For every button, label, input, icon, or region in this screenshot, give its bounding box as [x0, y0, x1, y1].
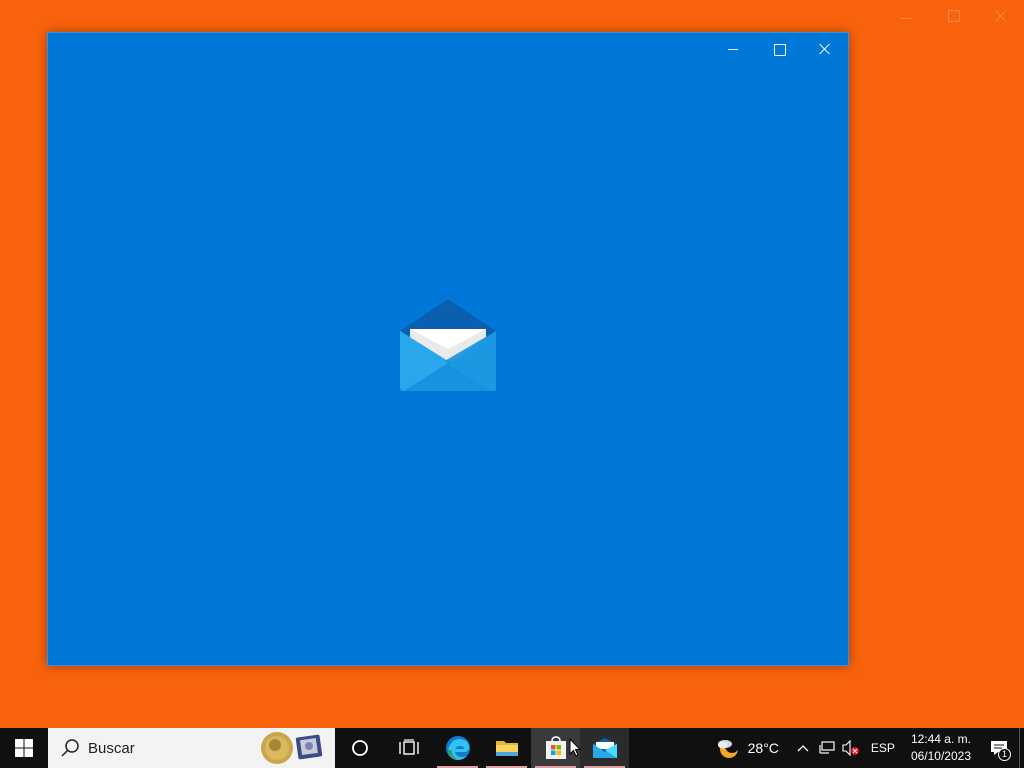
language-indicator[interactable]: ESP	[863, 741, 903, 755]
search-icon	[61, 739, 79, 757]
task-view-button[interactable]	[384, 728, 433, 768]
start-button[interactable]	[0, 728, 48, 768]
background-window-controls	[884, 0, 1024, 32]
minimize-button[interactable]	[710, 33, 756, 65]
edge-icon	[445, 736, 470, 760]
cortana-circle-icon	[351, 740, 368, 756]
background-close-icon	[995, 10, 1007, 22]
clock-date: 06/10/2023	[910, 749, 971, 763]
window-controls	[710, 33, 848, 65]
taskbar: Buscar 28°C ESP 12:44 a. m. 06/10/2023 1	[0, 728, 1024, 768]
mail-envelope-icon	[400, 299, 496, 391]
folder-icon	[495, 741, 518, 756]
network-icon	[819, 741, 835, 754]
maximize-button[interactable]	[756, 33, 802, 65]
task-view-icon	[398, 739, 419, 755]
mouse-cursor-icon	[569, 738, 581, 757]
show-desktop-button[interactable]	[1019, 728, 1024, 768]
taskbar-edge[interactable]	[433, 728, 482, 768]
background-minimize-icon	[901, 13, 914, 19]
windows-logo-icon	[15, 739, 33, 757]
cortana-button[interactable]	[335, 728, 384, 768]
clock[interactable]: 12:44 a. m. 06/10/2023	[903, 731, 979, 765]
background-maximize-icon	[947, 10, 960, 22]
store-icon	[545, 736, 566, 759]
network-button[interactable]	[815, 728, 839, 768]
notification-count-badge: 1	[998, 748, 1011, 761]
volume-button[interactable]	[839, 728, 863, 768]
close-button[interactable]	[802, 33, 848, 65]
show-hidden-icons-button[interactable]	[791, 728, 815, 768]
partly-cloudy-night-icon	[717, 739, 739, 758]
search-input[interactable]: Buscar	[48, 728, 335, 768]
system-tray: 28°C ESP 12:44 a. m. 06/10/2023 1	[708, 728, 1024, 768]
taskbar-mail[interactable]	[580, 728, 629, 768]
weather-temperature: 28°C	[747, 740, 779, 756]
clock-time: 12:44 a. m.	[910, 732, 971, 746]
mail-app-window[interactable]	[47, 32, 849, 666]
weather-widget[interactable]: 28°C	[708, 736, 791, 760]
search-placeholder: Buscar	[88, 739, 135, 757]
mail-icon	[592, 738, 617, 758]
chevron-up-icon	[797, 745, 809, 752]
nobel-medal-icon[interactable]	[259, 730, 327, 766]
notifications-button[interactable]: 1	[979, 728, 1019, 768]
taskbar-file-explorer[interactable]	[482, 728, 531, 768]
volume-muted-icon	[842, 740, 859, 756]
